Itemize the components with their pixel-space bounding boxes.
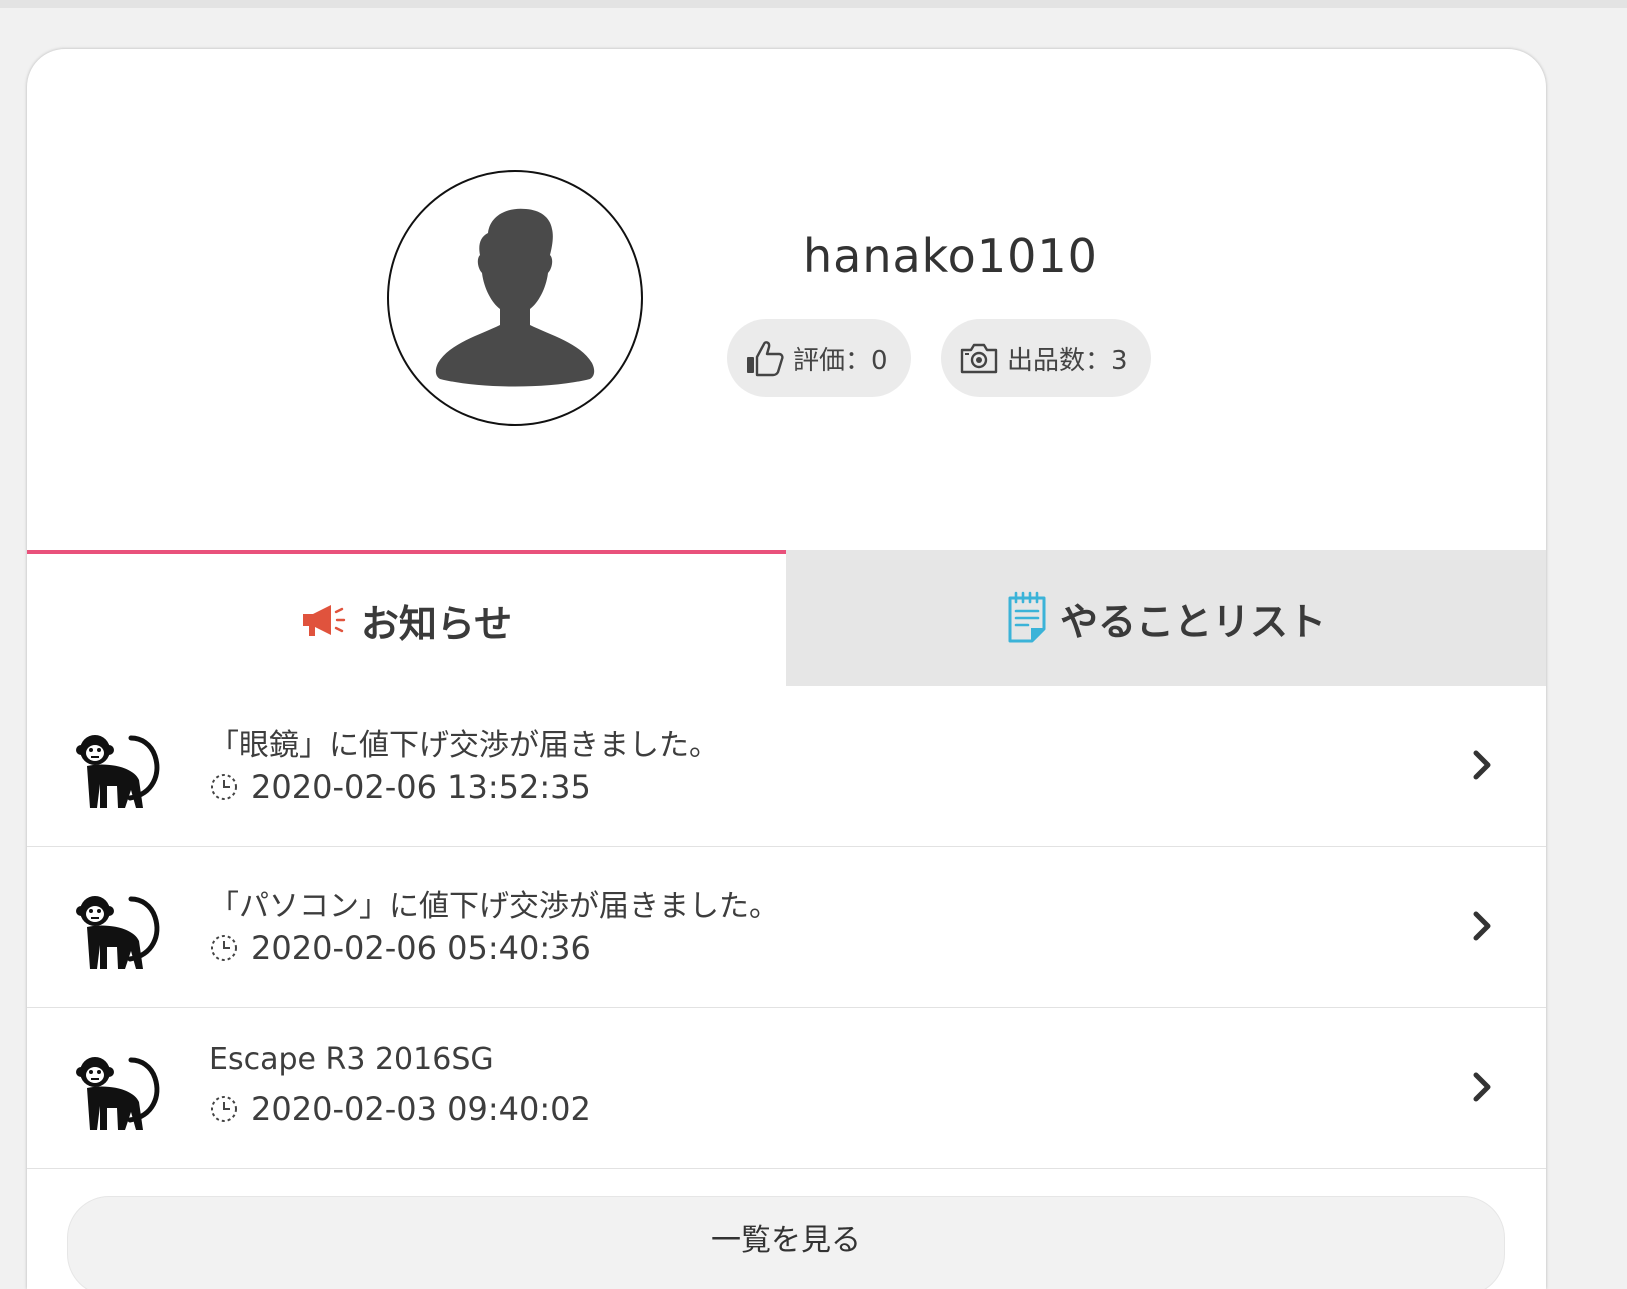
monkey-icon xyxy=(76,735,160,808)
thumbs-up-icon xyxy=(747,341,784,377)
notification-time: 2020-02-03 09:40:02 xyxy=(209,1090,591,1128)
listings-label: 出品数：3 xyxy=(1007,345,1128,376)
notification-title: 「パソコン」に値下げ交渉が届きました。 xyxy=(209,889,779,924)
rating-badge[interactable]: 評価：0 xyxy=(727,319,911,397)
avatar xyxy=(387,170,643,426)
tab-notifications-label: お知らせ xyxy=(360,601,513,646)
monkey-icon xyxy=(76,1057,160,1130)
monkey-icon xyxy=(76,896,160,969)
username: hanako1010 xyxy=(803,229,1098,283)
clock-icon xyxy=(211,774,237,800)
tab-todo-list[interactable]: やることリスト xyxy=(786,550,1546,686)
notification-timestamp: 2020-02-06 13:52:35 xyxy=(251,768,591,806)
mypage-card: hanako1010 評価：0 出品数：3 お知らせ やることリスト 「眼鏡」に… xyxy=(27,49,1546,1289)
notification-title: Escape R3 2016SG xyxy=(209,1042,494,1077)
notification-timestamp: 2020-02-03 09:40:02 xyxy=(251,1090,591,1128)
rating-label: 評価：0 xyxy=(793,345,888,376)
top-bar xyxy=(0,0,1627,8)
chevron-right-icon[interactable] xyxy=(1470,1070,1494,1104)
notification-time: 2020-02-06 05:40:36 xyxy=(209,929,591,967)
clock-icon xyxy=(211,1096,237,1122)
tab-todo-label: やることリスト xyxy=(1059,599,1326,644)
notification-time: 2020-02-06 13:52:35 xyxy=(209,768,591,806)
view-all-button[interactable]: 一覧を見る xyxy=(67,1196,1505,1289)
tab-notifications[interactable]: お知らせ xyxy=(27,550,786,686)
camera-icon xyxy=(960,343,998,374)
list-item[interactable]: 「パソコン」に値下げ交渉が届きました。 2020-02-06 05:40:36 xyxy=(27,847,1546,1008)
list-item[interactable]: Escape R3 2016SG 2020-02-03 09:40:02 xyxy=(27,1008,1546,1169)
chevron-right-icon[interactable] xyxy=(1470,909,1494,943)
listings-badge[interactable]: 出品数：3 xyxy=(941,319,1151,397)
clock-icon xyxy=(211,935,237,961)
user-silhouette-icon xyxy=(435,208,595,387)
megaphone-icon xyxy=(302,605,346,636)
notification-list: 「眼鏡」に値下げ交渉が届きました。 2020-02-06 13:52:35 「パ… xyxy=(27,686,1546,1169)
list-item[interactable]: 「眼鏡」に値下げ交渉が届きました。 2020-02-06 13:52:35 xyxy=(27,686,1546,847)
chevron-right-icon[interactable] xyxy=(1470,748,1494,782)
tab-bar: お知らせ やることリスト xyxy=(27,550,1546,686)
notification-timestamp: 2020-02-06 05:40:36 xyxy=(251,929,591,967)
notepad-icon xyxy=(1008,591,1046,643)
notification-title: 「眼鏡」に値下げ交渉が届きました。 xyxy=(209,728,719,763)
